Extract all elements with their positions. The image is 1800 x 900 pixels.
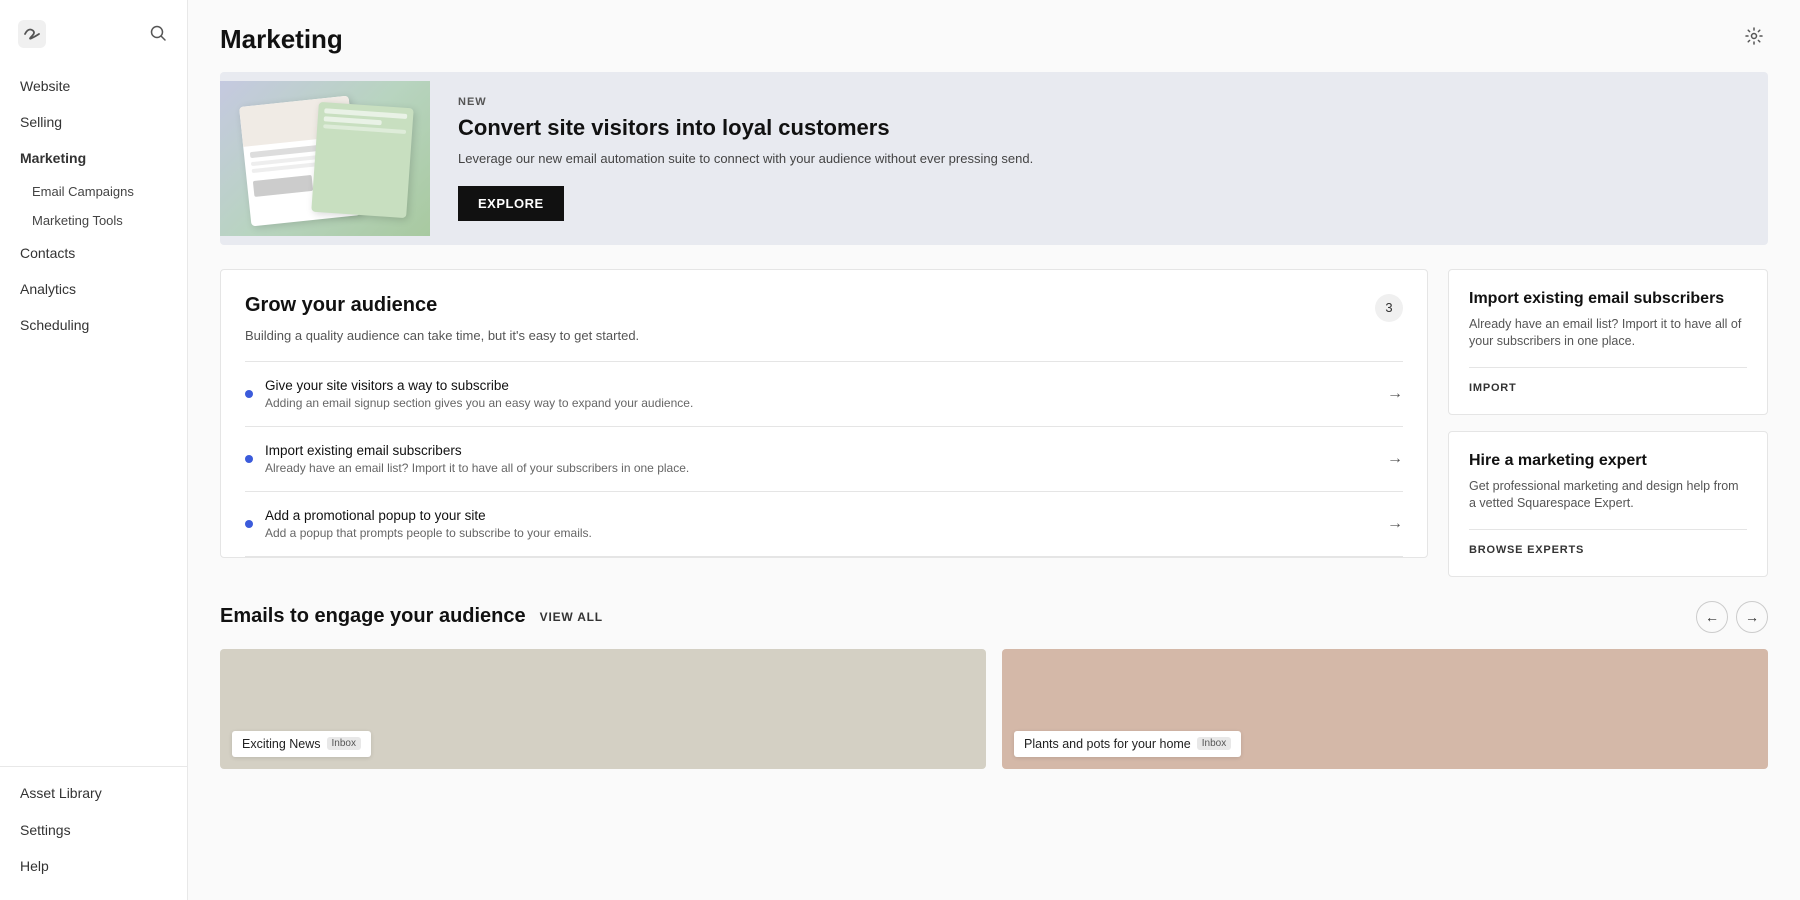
expert-card-sub: Get professional marketing and design he… bbox=[1469, 478, 1747, 513]
grow-dot-0 bbox=[245, 390, 253, 398]
grow-items-list: Give your site visitors a way to subscri… bbox=[245, 361, 1403, 557]
settings-button[interactable] bbox=[1740, 22, 1768, 56]
import-card-sub: Already have an email list? Import it to… bbox=[1469, 316, 1747, 351]
app-logo[interactable] bbox=[16, 18, 48, 50]
email-card-inner-1: Plants and pots for your home Inbox bbox=[1014, 731, 1241, 757]
emails-title-group: Emails to engage your audience VIEW ALL bbox=[220, 605, 603, 628]
sidebar-item-scheduling[interactable]: Scheduling bbox=[0, 307, 187, 343]
grow-arrow-0: → bbox=[1387, 385, 1403, 403]
grow-item-sub-1: Already have an email list? Import it to… bbox=[265, 461, 1379, 475]
import-card-title: Import existing email subscribers bbox=[1469, 290, 1747, 308]
hero-banner: NEW Convert site visitors into loyal cus… bbox=[220, 72, 1768, 245]
grow-header: Grow your audience 3 bbox=[245, 294, 1403, 322]
sidebar-bottom-nav: Asset Library Settings Help bbox=[0, 766, 187, 900]
inbox-badge-1: Inbox bbox=[1197, 737, 1231, 750]
grow-dot-2 bbox=[245, 520, 253, 528]
email-cards: Exciting News Inbox Plants and pots for … bbox=[220, 649, 1768, 769]
grow-arrow-2: → bbox=[1387, 515, 1403, 533]
expert-card: Hire a marketing expert Get professional… bbox=[1448, 431, 1768, 577]
sidebar-item-contacts[interactable]: Contacts bbox=[0, 235, 187, 271]
email-card-name-0: Exciting News bbox=[242, 737, 321, 751]
email-card-name-1: Plants and pots for your home bbox=[1024, 737, 1191, 751]
hero-image bbox=[220, 81, 430, 236]
sidebar-item-selling[interactable]: Selling bbox=[0, 104, 187, 140]
explore-button[interactable]: EXPLORE bbox=[458, 186, 564, 221]
hero-heading: Convert site visitors into loyal custome… bbox=[458, 114, 1740, 142]
grow-dot-1 bbox=[245, 455, 253, 463]
page-title: Marketing bbox=[220, 24, 343, 55]
emails-prev-button[interactable]: ← bbox=[1696, 601, 1728, 633]
emails-title: Emails to engage your audience bbox=[220, 605, 526, 628]
grow-item-sub-0: Adding an email signup section gives you… bbox=[265, 396, 1379, 410]
email-card-0[interactable]: Exciting News Inbox bbox=[220, 649, 986, 769]
grow-item-text-1: Import existing email subscribers Alread… bbox=[265, 443, 1379, 475]
main-nav: Website Selling Marketing Email Campaign… bbox=[0, 60, 187, 766]
grow-item-title-2: Add a promotional popup to your site bbox=[265, 508, 1379, 523]
grow-arrow-1: → bbox=[1387, 450, 1403, 468]
sidebar-item-analytics[interactable]: Analytics bbox=[0, 271, 187, 307]
two-col-section: Grow your audience 3 Building a quality … bbox=[220, 269, 1768, 577]
sidebar-item-email-campaigns[interactable]: Email Campaigns bbox=[0, 177, 187, 206]
inbox-badge-0: Inbox bbox=[327, 737, 361, 750]
main-content: Marketing bbox=[188, 0, 1800, 900]
expert-card-title: Hire a marketing expert bbox=[1469, 452, 1747, 470]
view-all-link[interactable]: VIEW ALL bbox=[540, 610, 603, 624]
grow-col: Grow your audience 3 Building a quality … bbox=[220, 269, 1428, 577]
emails-header: Emails to engage your audience VIEW ALL … bbox=[220, 601, 1768, 633]
hero-badge: NEW bbox=[458, 96, 1740, 108]
grow-item-sub-2: Add a popup that prompts people to subsc… bbox=[265, 526, 1379, 540]
grow-item-0[interactable]: Give your site visitors a way to subscri… bbox=[245, 362, 1403, 427]
grow-title: Grow your audience bbox=[245, 294, 437, 317]
browse-experts-link[interactable]: BROWSE EXPERTS bbox=[1469, 529, 1747, 556]
email-card-mock-0: Exciting News Inbox bbox=[232, 731, 371, 757]
grow-item-1[interactable]: Import existing email subscribers Alread… bbox=[245, 427, 1403, 492]
email-card-1[interactable]: Plants and pots for your home Inbox bbox=[1002, 649, 1768, 769]
page-header: Marketing bbox=[188, 0, 1800, 72]
sidebar-item-marketing-tools[interactable]: Marketing Tools bbox=[0, 206, 187, 235]
sidebar-item-settings[interactable]: Settings bbox=[0, 812, 187, 848]
sidebar-item-website[interactable]: Website bbox=[0, 68, 187, 104]
grow-item-title-1: Import existing email subscribers bbox=[265, 443, 1379, 458]
email-card-inner-0: Exciting News Inbox bbox=[232, 731, 371, 757]
grow-subtext: Building a quality audience can take tim… bbox=[245, 328, 1403, 343]
emails-next-button[interactable]: → bbox=[1736, 601, 1768, 633]
sidebar-item-help[interactable]: Help bbox=[0, 848, 187, 884]
grow-item-2[interactable]: Add a promotional popup to your site Add… bbox=[245, 492, 1403, 557]
sidebar-item-marketing[interactable]: Marketing bbox=[0, 140, 187, 176]
sidebar-top bbox=[0, 0, 187, 60]
content-area: NEW Convert site visitors into loyal cus… bbox=[188, 72, 1800, 801]
sidebar-item-asset-library[interactable]: Asset Library bbox=[0, 775, 187, 811]
hero-subtext: Leverage our new email automation suite … bbox=[458, 150, 1740, 168]
grow-item-text-2: Add a promotional popup to your site Add… bbox=[265, 508, 1379, 540]
emails-section: Emails to engage your audience VIEW ALL … bbox=[220, 601, 1768, 769]
grow-item-text-0: Give your site visitors a way to subscri… bbox=[265, 378, 1379, 410]
import-card: Import existing email subscribers Alread… bbox=[1448, 269, 1768, 415]
grow-card: Grow your audience 3 Building a quality … bbox=[220, 269, 1428, 558]
email-card-mock-1: Plants and pots for your home Inbox bbox=[1014, 731, 1241, 757]
grow-count-badge: 3 bbox=[1375, 294, 1403, 322]
hero-text: NEW Convert site visitors into loyal cus… bbox=[430, 72, 1768, 245]
import-link[interactable]: IMPORT bbox=[1469, 367, 1747, 394]
sidebar: Website Selling Marketing Email Campaign… bbox=[0, 0, 188, 900]
side-col: Import existing email subscribers Alread… bbox=[1448, 269, 1768, 577]
search-button[interactable] bbox=[145, 20, 171, 49]
emails-nav: ← → bbox=[1696, 601, 1768, 633]
grow-item-title-0: Give your site visitors a way to subscri… bbox=[265, 378, 1379, 393]
